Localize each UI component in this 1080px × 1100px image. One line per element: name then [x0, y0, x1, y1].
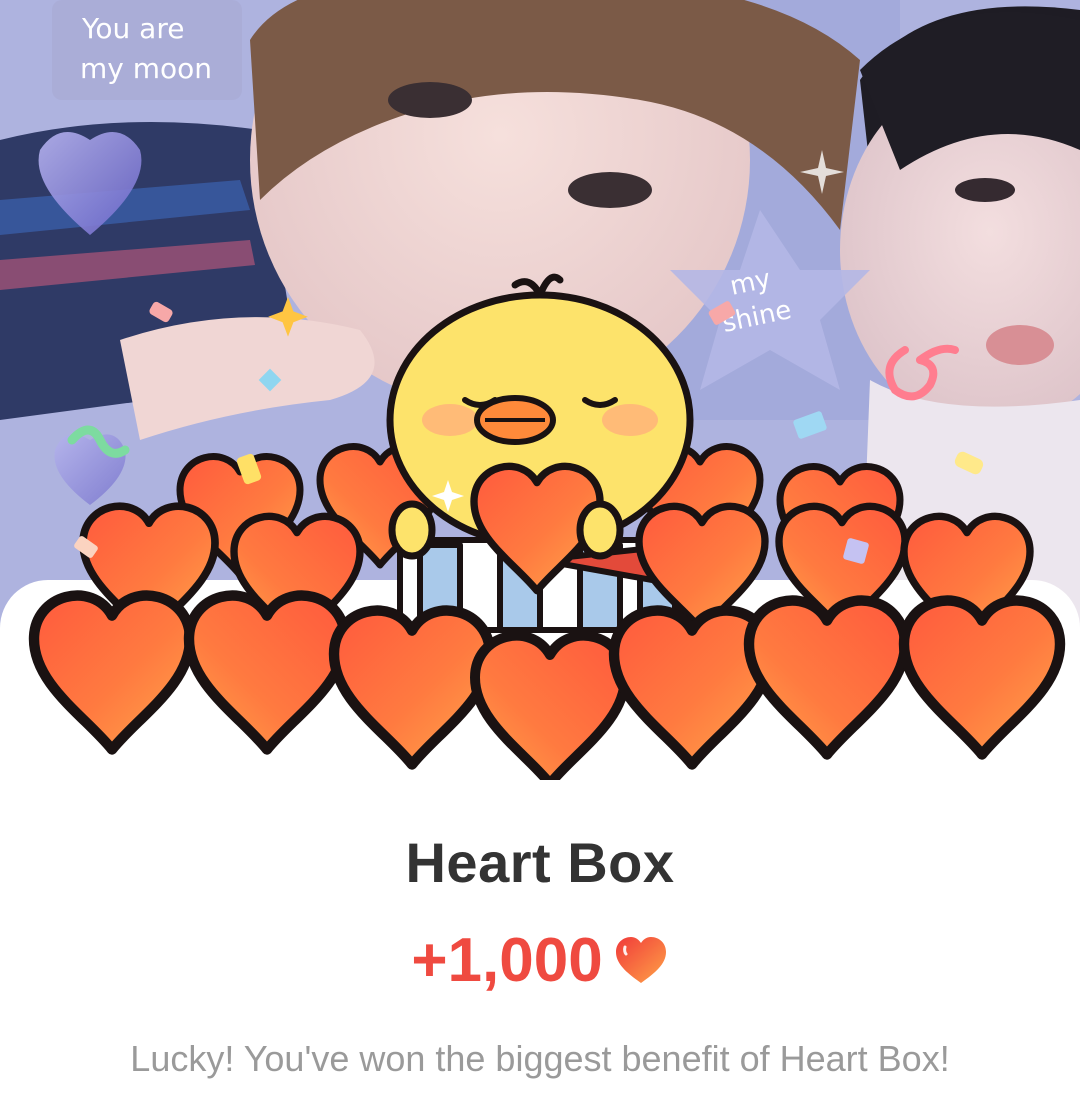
heart-icon: [615, 936, 666, 983]
reward-title: Heart Box: [405, 831, 675, 894]
reward-message: Lucky! You've won the biggest benefit of…: [130, 1038, 950, 1079]
heart-box-illustration: [0, 0, 1080, 780]
reward-amount-row: +1,000: [0, 925, 1080, 996]
reward-amount: +1,000: [411, 926, 603, 995]
